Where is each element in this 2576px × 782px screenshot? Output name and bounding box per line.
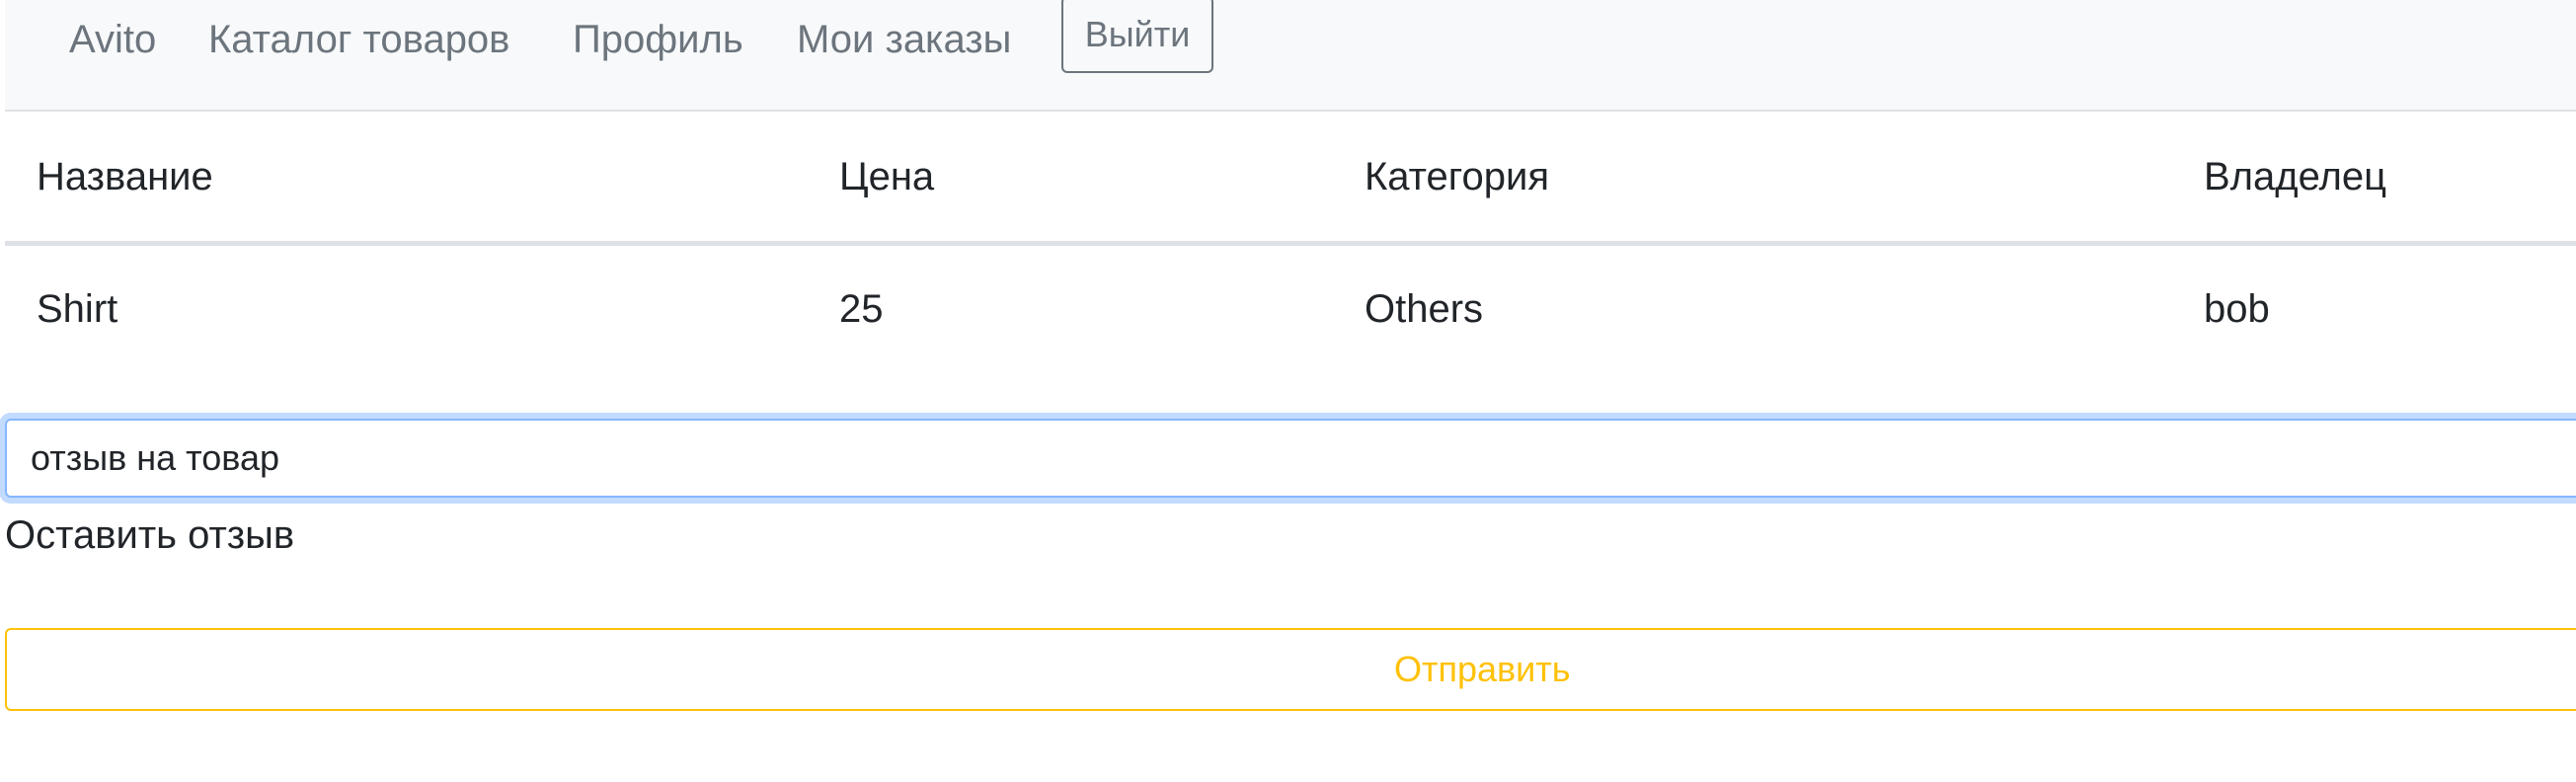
cell-product-name: Shirt: [37, 287, 118, 332]
nav-orders-link[interactable]: Мои заказы: [797, 14, 1011, 65]
nav-profile-link[interactable]: Профиль: [573, 14, 743, 65]
review-input[interactable]: [5, 419, 2576, 498]
cell-product-owner: bob: [2204, 287, 2270, 332]
cell-product-category: Others: [1365, 287, 1484, 332]
column-header-name: Название: [37, 154, 213, 198]
table-row: Shirt 25 Others bob: [5, 243, 2576, 374]
nav-brand-link[interactable]: Avito: [69, 14, 156, 65]
table-header-row: Название Цена Категория Владелец: [5, 112, 2576, 243]
nav-catalog-link[interactable]: Каталог товаров: [208, 14, 509, 65]
products-table: Название Цена Категория Владелец Shirt 2…: [5, 112, 2576, 374]
navbar: Avito Каталог товаров Профиль Мои заказы…: [5, 0, 2576, 112]
cell-product-price: 25: [839, 287, 884, 332]
column-header-owner: Владелец: [2204, 154, 2387, 198]
column-header-category: Категория: [1365, 154, 1549, 198]
submit-review-button[interactable]: Отправить: [5, 628, 2576, 711]
products-table-container: Название Цена Категория Владелец Shirt 2…: [5, 112, 2576, 400]
submit-button-label: Отправить: [1394, 649, 1571, 689]
review-label: Оставить отзыв: [5, 513, 295, 557]
page: Avito Каталог товаров Профиль Мои заказы…: [0, 0, 2576, 782]
column-header-price: Цена: [839, 154, 935, 198]
logout-button[interactable]: Выйти: [1061, 0, 1213, 73]
